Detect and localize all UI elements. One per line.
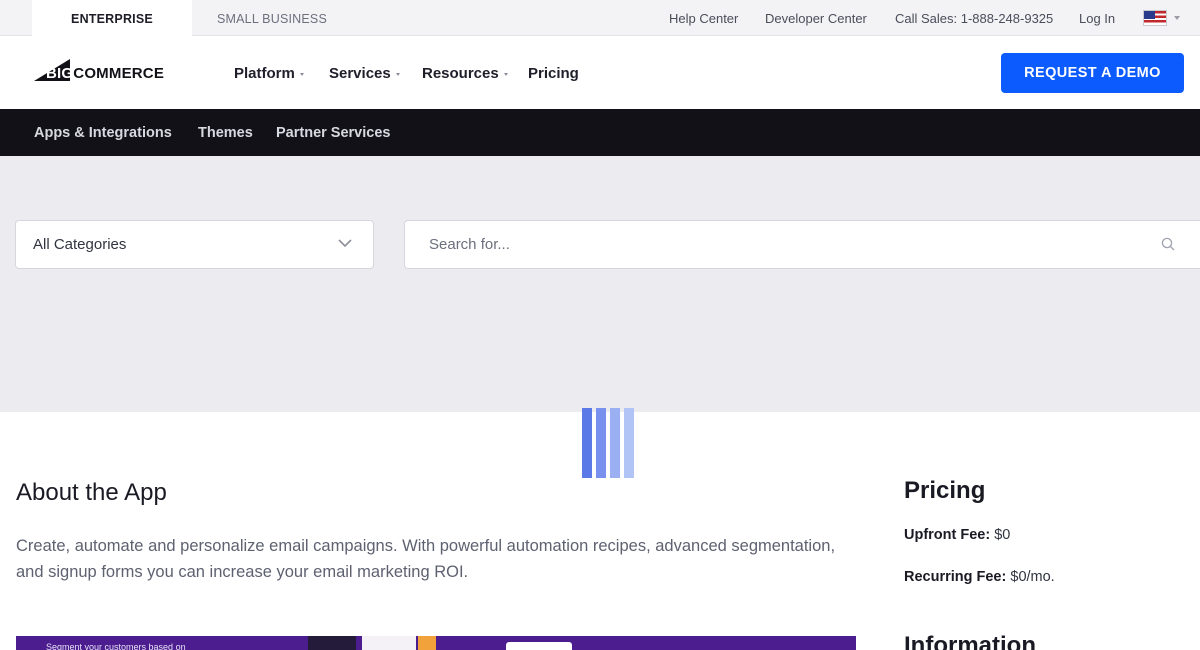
recurring-fee-value: $0/mo. [1010, 569, 1055, 585]
utility-bar: ENTERPRISE SMALL BUSINESS Help Center De… [0, 0, 1200, 37]
screenshot-caption: Segment your customers based on [46, 642, 186, 650]
loader-bar [596, 408, 606, 478]
loader-bar [610, 408, 620, 478]
logo-commerce-text: COMMERCE [73, 65, 165, 82]
about-title: About the App [16, 479, 167, 506]
main-header: BIGCOMMERCE Platform Services Resources … [0, 37, 1200, 109]
recurring-fee-label: Recurring Fee: [904, 569, 1007, 585]
search-section: All Categories [0, 156, 1200, 412]
chevron-down-icon [338, 239, 352, 248]
us-flag-icon[interactable] [1143, 10, 1167, 26]
nav-pricing[interactable]: Pricing [528, 37, 579, 109]
marketplace-subnav: Apps & Integrations Themes Partner Servi… [0, 109, 1200, 156]
subnav-apps-integrations[interactable]: Apps & Integrations [34, 109, 172, 156]
tab-small-business[interactable]: SMALL BUSINESS [192, 0, 352, 37]
screenshot-panel [506, 642, 572, 650]
search-icon[interactable] [1161, 237, 1175, 251]
upfront-fee-label: Upfront Fee: [904, 527, 991, 543]
help-center-link[interactable]: Help Center [669, 0, 738, 36]
chevron-down-icon [299, 72, 304, 76]
call-sales-link[interactable]: Call Sales: 1-888-248-9325 [895, 0, 1053, 36]
search-input[interactable] [405, 221, 1145, 268]
bigcommerce-logo[interactable]: BIGCOMMERCE [34, 55, 174, 89]
about-description: Create, automate and personalize email c… [16, 537, 836, 581]
chevron-down-icon[interactable] [1174, 16, 1180, 20]
subnav-partner-services[interactable]: Partner Services [276, 109, 390, 156]
loader-bar [624, 408, 634, 478]
upfront-fee-value: $0 [994, 527, 1011, 543]
logo-wordmark: BIGCOMMERCE [46, 65, 164, 82]
loader-bar [582, 408, 592, 478]
request-demo-button[interactable]: REQUEST A DEMO [1001, 53, 1184, 93]
nav-services-label: Services [329, 64, 391, 82]
nav-platform-label: Platform [234, 64, 295, 82]
upfront-fee: Upfront Fee: $0 [904, 527, 1010, 543]
subnav-themes[interactable]: Themes [198, 109, 253, 156]
nav-resources[interactable]: Resources [422, 37, 508, 109]
app-screenshot[interactable]: Segment your customers based on [16, 636, 856, 650]
screenshot-panel [362, 636, 416, 650]
screenshot-panel [308, 636, 356, 650]
tab-enterprise[interactable]: ENTERPRISE [32, 0, 192, 37]
login-link[interactable]: Log In [1079, 0, 1115, 36]
developer-center-link[interactable]: Developer Center [765, 0, 867, 36]
search-box [404, 220, 1200, 269]
category-select[interactable]: All Categories [15, 220, 374, 269]
logo-big-text: BIG [46, 65, 74, 82]
nav-pricing-label: Pricing [528, 64, 579, 82]
chevron-down-icon [503, 72, 508, 76]
nav-platform[interactable]: Platform [234, 37, 304, 109]
nav-resources-label: Resources [422, 64, 499, 82]
pricing-title: Pricing [904, 477, 986, 504]
nav-services[interactable]: Services [329, 37, 400, 109]
category-select-value: All Categories [33, 236, 127, 253]
loading-spinner [582, 408, 636, 478]
recurring-fee: Recurring Fee: $0/mo. [904, 569, 1055, 585]
information-title: Information [904, 632, 1036, 650]
chevron-down-icon [395, 72, 400, 76]
screenshot-panel [418, 636, 436, 650]
